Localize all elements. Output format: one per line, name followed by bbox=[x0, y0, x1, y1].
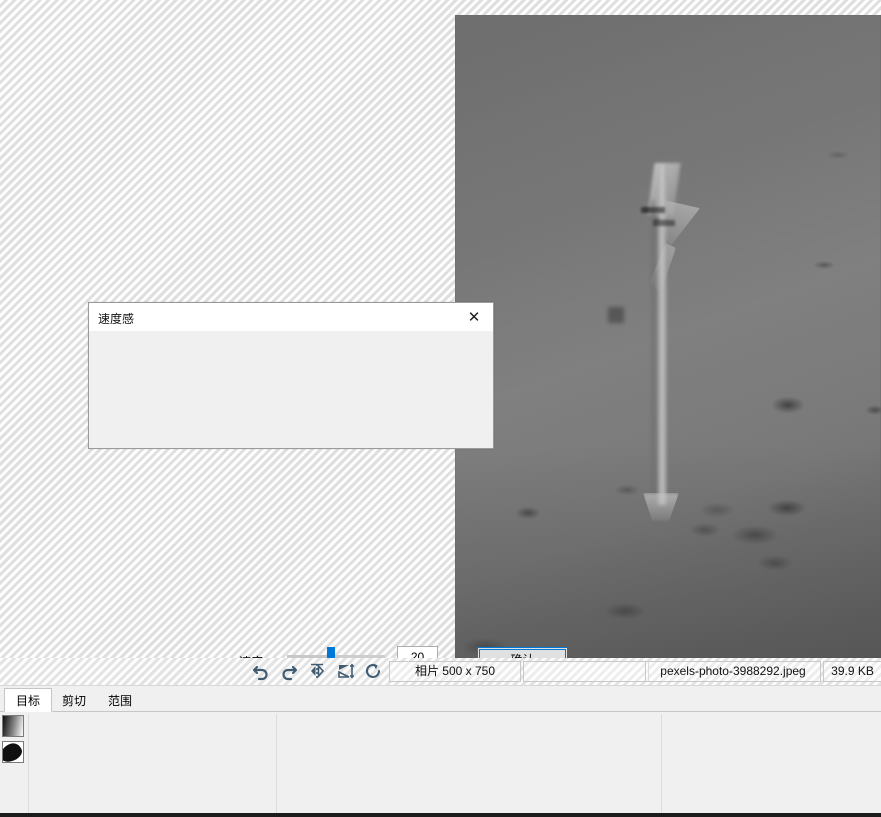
tabstrip: 目标 剪切 范围 bbox=[0, 686, 881, 712]
flip-vertical-icon[interactable] bbox=[335, 661, 355, 681]
panel-divider-1 bbox=[28, 714, 29, 815]
photo-smudge bbox=[608, 307, 624, 323]
dialog-titlebar[interactable]: 速度感 ✕ bbox=[89, 303, 493, 332]
statusbar: 相片 500 x 750 pexels-photo-3988292.jpeg 3… bbox=[0, 658, 881, 686]
close-icon[interactable]: ✕ bbox=[455, 303, 493, 331]
undo-icon[interactable] bbox=[251, 661, 271, 681]
filesize-field: 39.9 KB bbox=[823, 661, 881, 682]
speed-effect-dialog[interactable]: 速度感 ✕ 速度 20 方向 左侧 ▼ 确认 取消 预览 bbox=[88, 302, 568, 754]
left-tool-rail bbox=[0, 712, 26, 817]
blob-swatch[interactable] bbox=[2, 741, 24, 763]
panel-divider-3 bbox=[661, 714, 662, 815]
photo-editor-window: 速度感 ✕ 速度 20 方向 左侧 ▼ 确认 取消 预览 bbox=[0, 0, 881, 817]
flip-horizontal-icon[interactable] bbox=[307, 661, 327, 681]
tools-panel: 粘贴相框 100% 无相框 ▼ ★ 圆边照片 空白 相框线 调整大小 ▼ 亮度，… bbox=[0, 712, 881, 817]
filename-field: pexels-photo-3988292.jpeg bbox=[645, 661, 821, 682]
photo-canvas[interactable] bbox=[455, 15, 881, 658]
photo-ground-haze bbox=[455, 445, 881, 658]
photo-signpost-band-upper bbox=[641, 207, 665, 213]
gradient-swatch[interactable] bbox=[2, 715, 24, 737]
photo-signpost-band-lower bbox=[653, 220, 675, 226]
dialog-title: 速度感 bbox=[98, 312, 135, 326]
redo-icon[interactable] bbox=[279, 661, 299, 681]
status-blank-field bbox=[523, 661, 649, 682]
taskbar bbox=[0, 813, 881, 817]
image-dimensions-field: 相片 500 x 750 bbox=[389, 661, 521, 682]
tab-target[interactable]: 目标 bbox=[4, 688, 53, 712]
photo-signpost-shadow bbox=[651, 200, 655, 500]
photo-signpost-stem bbox=[658, 165, 667, 505]
rotate-icon[interactable] bbox=[363, 661, 383, 681]
statusbar-tool-icons bbox=[251, 661, 383, 681]
panel-divider-2 bbox=[276, 714, 277, 815]
dialog-body bbox=[89, 332, 493, 449]
tab-crop[interactable]: 剪切 bbox=[50, 688, 98, 712]
tab-range[interactable]: 范围 bbox=[96, 688, 144, 712]
